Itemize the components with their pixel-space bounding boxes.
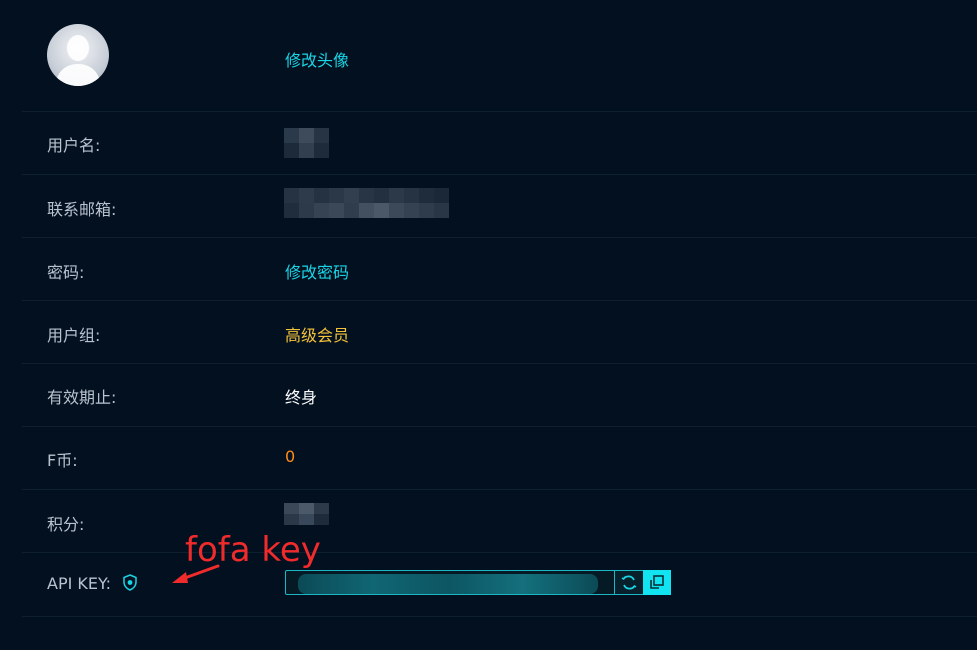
api-key-label: API KEY:: [47, 574, 138, 595]
change-avatar-link[interactable]: 修改头像: [285, 47, 349, 71]
copy-icon: [650, 575, 664, 589]
points-label: 积分:: [47, 515, 85, 534]
user-group-value: 高级会员: [285, 326, 350, 345]
points-row: 积分:: [22, 490, 977, 553]
points-redacted: [284, 503, 329, 525]
annotation-arrow-icon: [172, 564, 220, 583]
f-coin-value: 0: [285, 447, 296, 466]
username-label: 用户名:: [47, 136, 101, 155]
f-coin-row: F币: 0: [22, 427, 977, 490]
api-key-field[interactable]: [285, 570, 671, 595]
password-label: 密码:: [47, 263, 85, 282]
email-redacted: [284, 188, 449, 218]
valid-until-label: 有效期止:: [47, 388, 117, 407]
f-coin-label: F币:: [47, 451, 78, 470]
valid-until-value: 终身: [285, 388, 318, 407]
api-key-redacted: [298, 574, 598, 594]
valid-until-row: 有效期止: 终身: [22, 364, 977, 427]
account-settings-page: 修改头像 用户名: 联系邮箱: 密码: 修改密码 用户组: 高级会员 有效期止:…: [0, 0, 977, 650]
email-label: 联系邮箱:: [47, 200, 117, 219]
refresh-button[interactable]: [614, 571, 643, 594]
email-row: 联系邮箱:: [22, 175, 977, 238]
change-password-link[interactable]: 修改密码: [285, 259, 349, 283]
username-redacted: [284, 128, 329, 158]
api-key-label-text: API KEY:: [47, 574, 112, 593]
avatar: [47, 24, 109, 86]
copy-button[interactable]: [643, 570, 671, 595]
avatar-row: 修改头像: [22, 22, 977, 112]
password-row: 密码: 修改密码: [22, 238, 977, 301]
user-silhouette-icon: [55, 35, 101, 86]
username-row: 用户名:: [22, 112, 977, 175]
api-key-row: API KEY:: [22, 553, 977, 617]
user-group-row: 用户组: 高级会员: [22, 301, 977, 364]
shield-icon[interactable]: [122, 574, 138, 595]
refresh-icon: [621, 575, 637, 590]
user-group-label: 用户组:: [47, 326, 101, 345]
